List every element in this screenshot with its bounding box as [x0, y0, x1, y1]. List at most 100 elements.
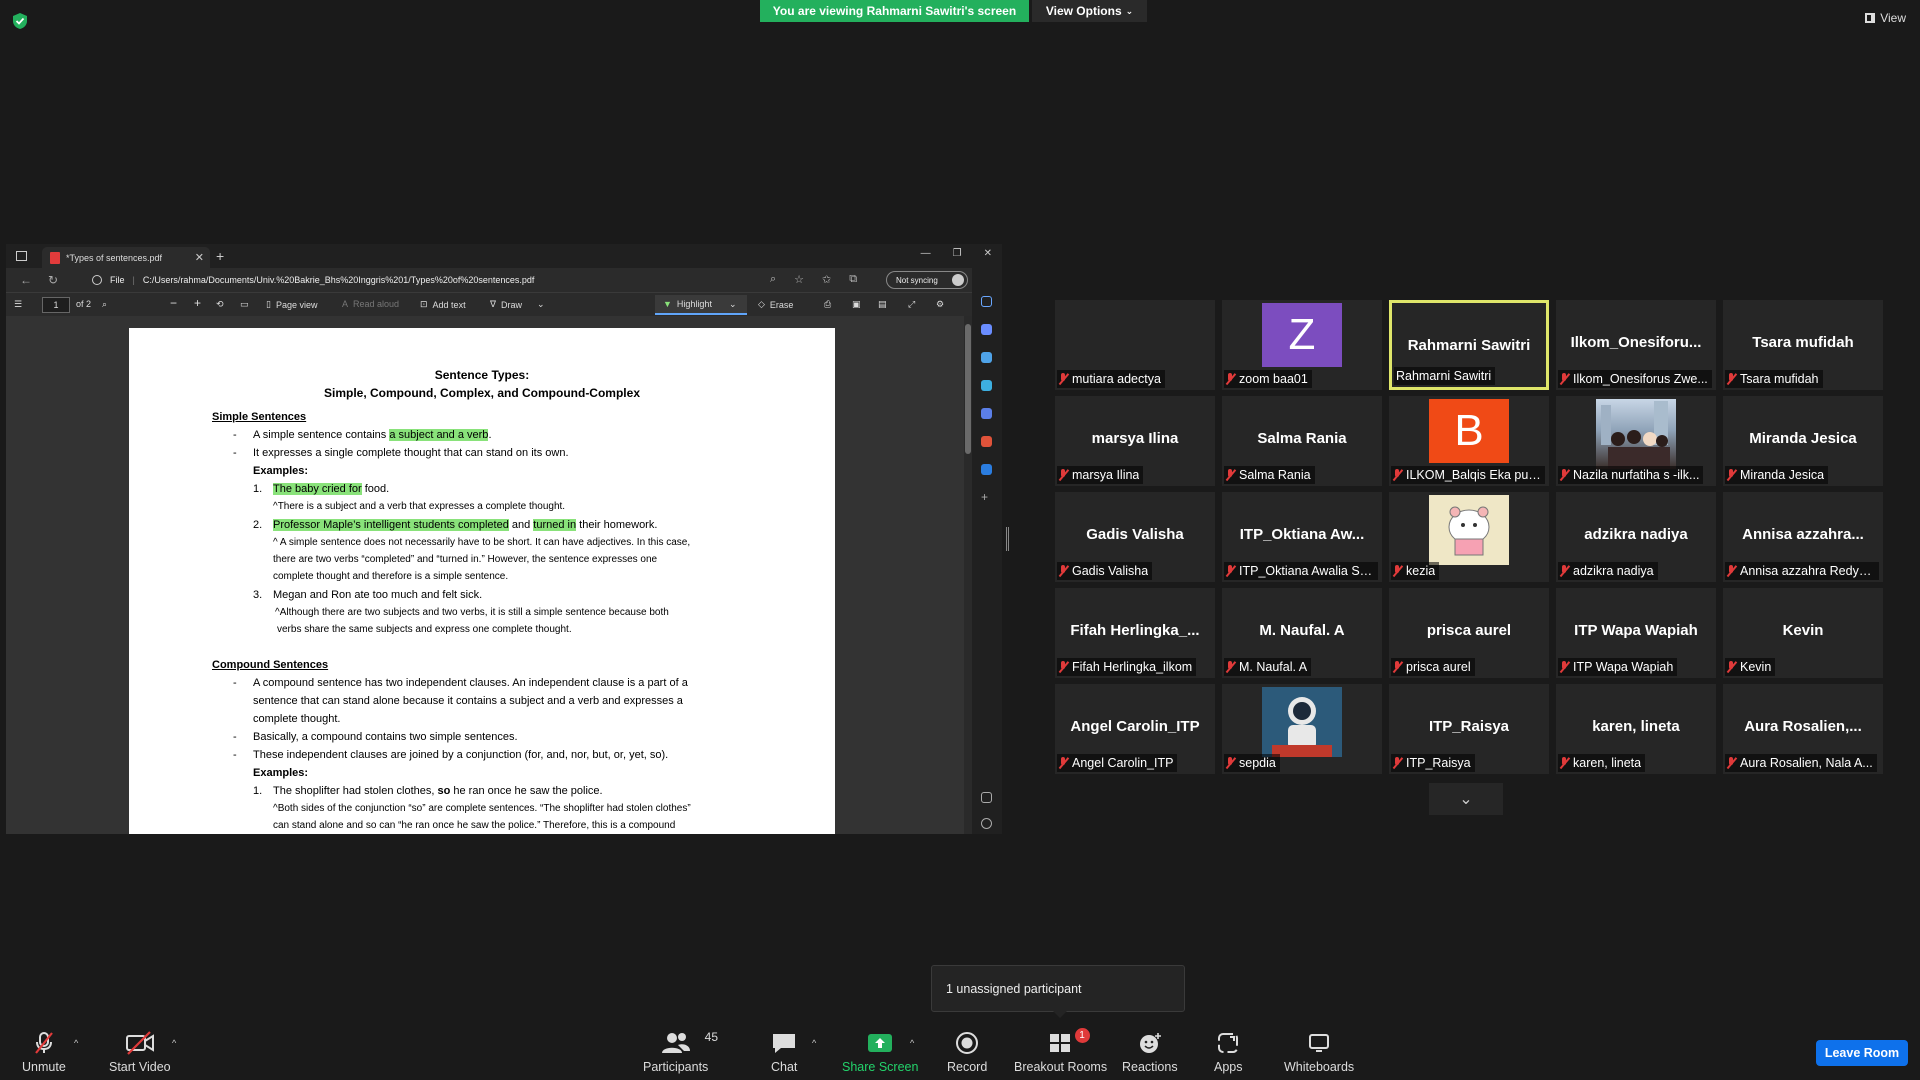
scroll-thumb[interactable] [965, 324, 971, 454]
zoom-icon[interactable]: ⌕ [770, 273, 776, 286]
find-icon[interactable]: ⌕ [102, 299, 107, 310]
participant-tile[interactable]: Miranda Jesica Miranda Jesica [1723, 396, 1883, 486]
pdf-scrollbar[interactable] [964, 316, 972, 834]
copilot-icon[interactable] [981, 324, 992, 335]
audio-options-chevron-icon[interactable]: ^ [74, 1038, 78, 1048]
participant-tile[interactable]: ITP Wapa Wapiah ITP Wapa Wapiah [1556, 588, 1716, 678]
office-icon[interactable] [981, 436, 992, 447]
page-total: of 2 [76, 299, 92, 309]
participant-tile[interactable]: Fifah Herlingka_... Fifah Herlingka_ilkom [1055, 588, 1215, 678]
zoom-out-button[interactable]: − [170, 296, 177, 310]
sidebar-toggle-icon[interactable] [981, 792, 992, 803]
zoom-in-button[interactable]: + [194, 296, 201, 310]
share-options-chevron-icon[interactable]: ^ [910, 1038, 914, 1048]
close-window-icon[interactable]: ✕ [984, 248, 992, 259]
participant-tile[interactable]: Nazila nurfatiha s -ilk... [1556, 396, 1716, 486]
bullet-dash: - [233, 749, 237, 761]
leave-room-button[interactable]: Leave Room [1816, 1040, 1908, 1066]
restore-icon[interactable]: ❐ [953, 248, 962, 259]
contents-icon[interactable]: ☰ [14, 299, 22, 310]
read-aloud-button[interactable]: A Read aloud [342, 299, 399, 309]
share-screen-button[interactable]: Share Screen [842, 1030, 918, 1074]
url-field[interactable]: File | C:/Users/rahma/Documents/Univ.%20… [84, 271, 804, 289]
participant-tile[interactable]: adzikra nadiya adzikra nadiya [1556, 492, 1716, 582]
add-icon[interactable]: + [981, 491, 992, 503]
participant-tile[interactable]: Gadis Valisha Gadis Valisha [1055, 492, 1215, 582]
muted-mic-icon [1393, 661, 1402, 673]
unmute-button[interactable]: Unmute [22, 1030, 66, 1074]
refresh-icon[interactable]: ↻ [48, 273, 58, 287]
outlook-icon[interactable] [981, 464, 992, 475]
participant-tile[interactable]: Kevin Kevin [1723, 588, 1883, 678]
browser-tab[interactable]: *Types of sentences.pdf ✕ [42, 247, 210, 268]
muted-mic-icon [1059, 565, 1068, 577]
erase-button[interactable]: ◇ Erase [758, 299, 793, 310]
participant-tile[interactable]: Aura Rosalien,... Aura Rosalien, Nala A..… [1723, 684, 1883, 774]
new-tab-icon[interactable]: + [216, 248, 224, 264]
participant-tile[interactable]: Ilkom_Onesiforu... Ilkom_Onesiforus Zwe..… [1556, 300, 1716, 390]
participant-tile[interactable]: Angel Carolin_ITP Angel Carolin_ITP [1055, 684, 1215, 774]
participant-tile[interactable]: Zzoom baa01 [1222, 300, 1382, 390]
participant-name: adzikra nadiya [1573, 564, 1654, 578]
pdf-page[interactable]: Sentence Types: Simple, Compound, Comple… [129, 328, 835, 834]
participant-tile[interactable]: mutiara adectya [1055, 300, 1215, 390]
participants-label: Participants [643, 1060, 709, 1074]
participant-tile[interactable]: Annisa azzahra... Annisa azzahra Redy_... [1723, 492, 1883, 582]
participant-tile[interactable]: Rahmarni Sawitri Rahmarni Sawitri [1389, 300, 1549, 390]
save-icon[interactable]: ▣ [852, 299, 861, 310]
participant-tile[interactable]: karen, lineta karen, lineta [1556, 684, 1716, 774]
fit-page-icon[interactable]: ▭ [240, 299, 249, 310]
info-icon[interactable] [92, 275, 102, 285]
read-mode-icon[interactable]: ☆ [794, 273, 804, 286]
participant-tile[interactable]: Salma Rania Salma Rania [1222, 396, 1382, 486]
record-button[interactable]: Record [947, 1030, 987, 1074]
page-view-button[interactable]: ▯ Page view [266, 299, 317, 310]
participant-tile[interactable]: marsya Ilina marsya Ilina [1055, 396, 1215, 486]
apps-button[interactable]: Apps [1214, 1030, 1243, 1074]
participant-tile[interactable]: sepdia [1222, 684, 1382, 774]
participant-tile[interactable]: B ILKOM_Balqis Eka putry [1389, 396, 1549, 486]
participant-tile[interactable]: Tsara mufidah Tsara mufidah [1723, 300, 1883, 390]
view-button[interactable]: View [1865, 11, 1906, 25]
tools-icon[interactable] [981, 380, 992, 391]
minimize-icon[interactable]: — [921, 248, 931, 259]
print-icon[interactable]: ⎙ [824, 299, 831, 310]
save-as-icon[interactable]: ▤ [878, 299, 887, 310]
page-number-input[interactable]: 1 [42, 297, 70, 313]
start-video-button[interactable]: Start Video [109, 1030, 171, 1074]
highlight-button[interactable]: ▼ Highlight ⌄ [655, 295, 747, 315]
split-view-handle[interactable] [1006, 527, 1009, 551]
chat-button[interactable]: Chat [771, 1030, 797, 1074]
shared-screen[interactable]: *Types of sentences.pdf ✕ + — ❐ ✕ ← ↻ Fi… [6, 244, 1002, 834]
tab-actions-icon[interactable] [16, 251, 27, 261]
shopping-icon[interactable] [981, 352, 992, 363]
participant-tile[interactable]: kezia [1389, 492, 1549, 582]
close-tab-icon[interactable]: ✕ [195, 251, 204, 264]
sidebar-settings-icon[interactable] [981, 818, 992, 829]
chevron-down-icon[interactable]: ⌄ [729, 299, 737, 310]
gallery-next-page-button[interactable]: ⌄ [1429, 783, 1503, 815]
profile-sync-button[interactable]: Not syncing [886, 271, 968, 289]
participant-tile[interactable]: M. Naufal. A M. Naufal. A [1222, 588, 1382, 678]
back-icon[interactable]: ← [20, 273, 32, 287]
participant-tile[interactable]: prisca aurel prisca aurel [1389, 588, 1549, 678]
games-icon[interactable] [981, 408, 992, 419]
favorites-icon[interactable]: ✩ [822, 273, 831, 286]
rotate-icon[interactable]: ⟲ [216, 299, 224, 310]
settings-icon[interactable]: ⚙ [936, 299, 944, 310]
video-options-chevron-icon[interactable]: ^ [172, 1038, 176, 1048]
collections-icon[interactable]: ⧉ [849, 273, 857, 286]
participants-button[interactable]: 45 Participants [643, 1030, 718, 1074]
reactions-button[interactable]: Reactions [1122, 1030, 1178, 1074]
search-icon[interactable] [981, 296, 992, 307]
participant-tile[interactable]: ITP_Oktiana Aw... ITP_Oktiana Awalia Sy..… [1222, 492, 1382, 582]
add-text-button[interactable]: ⊡ Add text [420, 299, 466, 310]
breakout-rooms-button[interactable]: 1 Breakout Rooms [1014, 1028, 1107, 1074]
security-shield-icon[interactable] [12, 12, 28, 30]
whiteboards-button[interactable]: Whiteboards [1284, 1030, 1354, 1074]
participant-tile[interactable]: ITP_Raisya ITP_Raisya [1389, 684, 1549, 774]
draw-button[interactable]: ∇ Draw ⌄ [490, 299, 545, 310]
fullscreen-icon[interactable]: ⤢ [908, 299, 915, 310]
chat-options-chevron-icon[interactable]: ^ [812, 1038, 816, 1048]
view-options-button[interactable]: View Options ⌄ [1032, 0, 1147, 22]
